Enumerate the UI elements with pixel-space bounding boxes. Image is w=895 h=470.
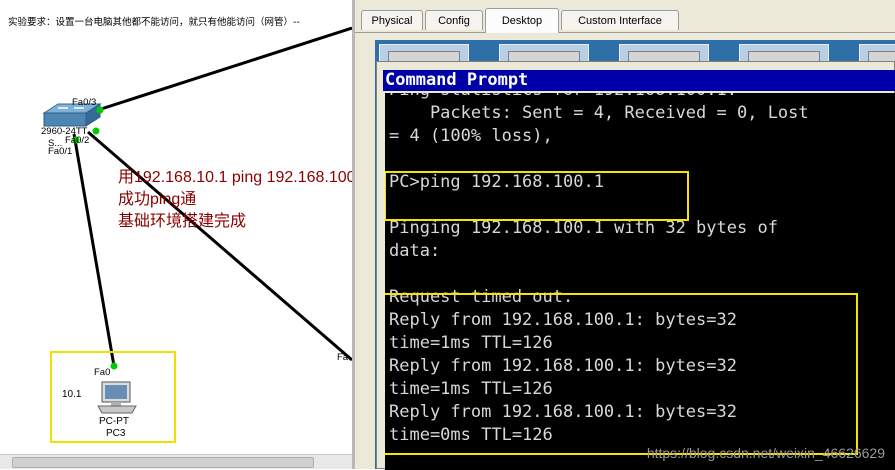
tab-desktop[interactable]: Desktop — [485, 8, 559, 33]
port-label-fa02: Fa0/2 — [65, 135, 90, 146]
terminal-line: data: — [389, 241, 441, 261]
pc-ip-label: 10.1 — [62, 389, 82, 400]
pc-icon[interactable] — [96, 381, 138, 415]
ping-command-highlight — [385, 171, 689, 221]
annotation-text: 用192.168.10.1 ping 192.168.100.1 成功ping通… — [118, 167, 352, 233]
tab-config[interactable]: Config — [425, 10, 483, 30]
tab-physical[interactable]: Physical — [361, 10, 423, 30]
terminal-line: Packets: Sent = 4, Received = 0, Lost — [389, 103, 809, 123]
scrollbar-thumb[interactable] — [12, 457, 314, 468]
tab-bar: Physical Config Desktop Custom Interface — [355, 8, 895, 33]
topology-workspace[interactable]: 实验要求：设置一台电脑其他都不能访问，就只有他能访问（网管）-- Fa0/3 2… — [0, 0, 352, 469]
horizontal-scrollbar[interactable] — [0, 454, 352, 469]
link-fa01 — [72, 133, 116, 367]
command-prompt-title: Command Prompt — [383, 70, 895, 91]
watermark-text: https://blog.csdn.net/weixin_46626629 — [646, 445, 885, 461]
annotation-line: 基础环境搭建完成 — [118, 213, 247, 230]
command-prompt-window[interactable]: Command Prompt Ping statistics for 192.1… — [376, 61, 895, 470]
annotation-line: 成功ping通 — [118, 191, 197, 208]
annotation-line: 用192.168.10.1 ping 192.168.100.1 — [118, 169, 352, 186]
port-label-fa01: Fa0/1 — [48, 146, 73, 157]
ping-reply-highlight — [385, 293, 858, 455]
tab-custom-interface[interactable]: Custom Interface — [561, 10, 679, 30]
link-status-dot — [96, 106, 104, 114]
link-status-dot — [92, 127, 100, 135]
pc-name-label: PC3 — [106, 428, 126, 439]
port-label-fa-right: Fa — [337, 352, 349, 363]
pc-model-label: PC-PT — [99, 416, 129, 427]
link-fa03 — [97, 26, 352, 112]
terminal-output[interactable]: Ping statistics for 192.168.100.1: Packe… — [385, 93, 895, 470]
port-label-fa03: Fa0/3 — [72, 97, 97, 108]
terminal-line: = 4 (100% loss), — [389, 126, 553, 146]
terminal-line: Ping statistics for 192.168.100.1: — [389, 93, 737, 102]
